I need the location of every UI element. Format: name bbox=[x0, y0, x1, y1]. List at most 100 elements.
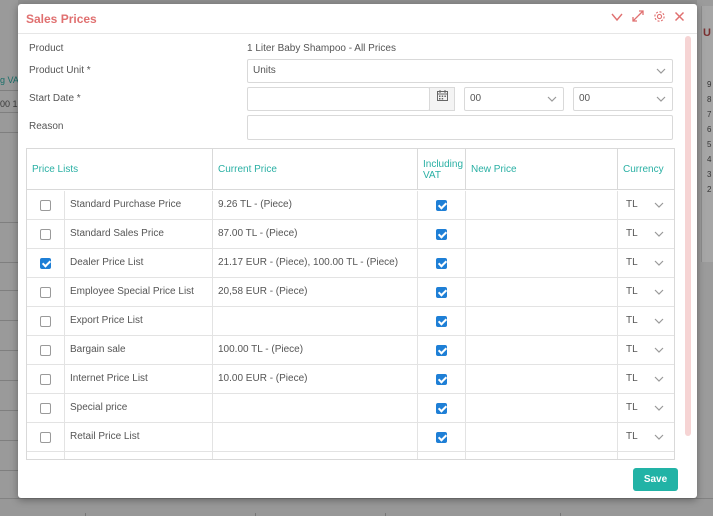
new-price-input[interactable] bbox=[466, 249, 618, 278]
currency-select[interactable]: TL bbox=[618, 365, 674, 394]
new-price-input[interactable] bbox=[466, 365, 618, 394]
gear-icon[interactable] bbox=[651, 10, 667, 26]
currency-value: TL bbox=[626, 431, 638, 442]
including-vat-cell bbox=[418, 307, 466, 336]
currency-select[interactable]: TL bbox=[618, 394, 674, 423]
calendar-icon[interactable] bbox=[429, 87, 455, 111]
including-vat-cell bbox=[418, 220, 466, 249]
background-number: 3 bbox=[707, 170, 712, 179]
chevron-down-icon bbox=[654, 423, 664, 452]
current-price: 100.00 TL - (Piece) bbox=[213, 336, 418, 365]
save-button[interactable]: Save bbox=[633, 468, 678, 491]
new-price-input[interactable] bbox=[466, 278, 618, 307]
chevron-down-icon bbox=[654, 394, 664, 423]
row-select-checkbox[interactable] bbox=[40, 403, 51, 414]
background-fragment: 00 1 bbox=[0, 99, 18, 109]
row-select-checkbox[interactable] bbox=[40, 287, 51, 298]
including-vat-cell bbox=[418, 249, 466, 278]
product-unit-select[interactable]: Units bbox=[247, 59, 673, 83]
row-select-checkbox[interactable] bbox=[40, 258, 51, 269]
current-price: 21.17 EUR - (Piece), 100.00 TL - (Piece) bbox=[213, 249, 418, 278]
column-header-currency: Currency bbox=[623, 164, 664, 175]
product-unit-value: Units bbox=[253, 65, 276, 76]
currency-select[interactable]: TL bbox=[618, 423, 674, 452]
product-value: 1 Liter Baby Shampoo - All Prices bbox=[247, 43, 396, 54]
price-lists-table: Price Lists Current Price Including VAT … bbox=[26, 148, 675, 460]
currency-value: TL bbox=[626, 199, 638, 210]
row-select-checkbox[interactable] bbox=[40, 200, 51, 211]
including-vat-checkbox[interactable] bbox=[436, 345, 447, 356]
new-price-input[interactable] bbox=[466, 423, 618, 452]
new-price-input[interactable] bbox=[466, 336, 618, 365]
price-list-name: Employee Special Price List bbox=[65, 278, 213, 307]
current-price: 20,58 EUR - (Piece) bbox=[213, 278, 418, 307]
column-header-including-vat: Including VAT bbox=[418, 149, 466, 190]
chevron-down-icon bbox=[654, 249, 664, 278]
row-select-checkbox[interactable] bbox=[40, 229, 51, 240]
row-select-checkbox[interactable] bbox=[40, 432, 51, 443]
background-number: 8 bbox=[707, 95, 712, 104]
table-row: Standard Purchase Price 9.26 TL - (Piece)… bbox=[27, 191, 674, 220]
background-fragment: g VA bbox=[0, 75, 19, 85]
row-select-cell bbox=[27, 307, 65, 336]
start-minute-value: 00 bbox=[579, 93, 591, 104]
start-date-input[interactable] bbox=[247, 87, 430, 111]
including-vat-checkbox[interactable] bbox=[436, 374, 447, 385]
row-select-cell bbox=[27, 365, 65, 394]
currency-value: TL bbox=[626, 315, 638, 326]
table-row: Dealer Price List 21.17 EUR - (Piece), 10… bbox=[27, 249, 674, 278]
row-select-checkbox[interactable] bbox=[40, 316, 51, 327]
chevron-down-icon[interactable] bbox=[609, 10, 625, 26]
current-price: 9.26 TL - (Piece) bbox=[213, 191, 418, 220]
price-list-name: Retail Price List bbox=[65, 423, 213, 452]
start-minute-select[interactable]: 00 bbox=[573, 87, 673, 111]
new-price-input[interactable] bbox=[466, 191, 618, 220]
including-vat-checkbox[interactable] bbox=[436, 200, 447, 211]
new-price-input[interactable] bbox=[466, 307, 618, 336]
table-row: Retail Price List TL bbox=[27, 423, 674, 452]
currency-value: TL bbox=[626, 344, 638, 355]
including-vat-checkbox[interactable] bbox=[436, 316, 447, 327]
including-vat-checkbox[interactable] bbox=[436, 287, 447, 298]
price-list-name: Standard Sales Price bbox=[65, 220, 213, 249]
including-vat-cell bbox=[418, 336, 466, 365]
new-price-input[interactable] bbox=[466, 220, 618, 249]
currency-select[interactable]: TL bbox=[618, 220, 674, 249]
currency-value: TL bbox=[626, 286, 638, 297]
dialog-scrollbar[interactable] bbox=[685, 36, 691, 436]
start-date-label: Start Date * bbox=[29, 93, 81, 104]
including-vat-checkbox[interactable] bbox=[436, 403, 447, 414]
chevron-down-icon bbox=[654, 220, 664, 249]
chevron-down-icon bbox=[654, 191, 664, 220]
price-list-name: Dealer Price List bbox=[65, 249, 213, 278]
reason-textarea[interactable] bbox=[247, 115, 673, 140]
background-number: 4 bbox=[707, 155, 712, 164]
including-vat-cell bbox=[418, 394, 466, 423]
table-row: Employee Special Price List 20,58 EUR - (… bbox=[27, 278, 674, 307]
current-price: 87.00 TL - (Piece) bbox=[213, 220, 418, 249]
expand-icon[interactable] bbox=[630, 10, 646, 26]
currency-select[interactable]: TL bbox=[618, 249, 674, 278]
currency-select[interactable]: TL bbox=[618, 278, 674, 307]
row-select-cell bbox=[27, 394, 65, 423]
start-hour-select[interactable]: 00 bbox=[464, 87, 564, 111]
table-row: Internet Price List 10.00 EUR - (Piece) TL bbox=[27, 365, 674, 394]
close-icon[interactable] bbox=[671, 10, 687, 26]
including-vat-checkbox[interactable] bbox=[436, 229, 447, 240]
background-number: 6 bbox=[707, 125, 712, 134]
currency-select[interactable]: TL bbox=[618, 307, 674, 336]
currency-value: TL bbox=[626, 402, 638, 413]
current-price bbox=[213, 307, 418, 336]
row-select-checkbox[interactable] bbox=[40, 345, 51, 356]
background-bottom-strip bbox=[0, 498, 713, 516]
row-select-checkbox[interactable] bbox=[40, 374, 51, 385]
currency-select[interactable]: TL bbox=[618, 336, 674, 365]
row-select-cell bbox=[27, 220, 65, 249]
currency-select[interactable]: TL bbox=[618, 191, 674, 220]
table-header-row: Price Lists Current Price Including VAT … bbox=[27, 149, 674, 190]
new-price-input[interactable] bbox=[466, 394, 618, 423]
chevron-down-icon bbox=[654, 278, 664, 307]
including-vat-checkbox[interactable] bbox=[436, 432, 447, 443]
background-right-panel: U 9 8 7 6 5 4 3 2 bbox=[697, 0, 713, 516]
including-vat-checkbox[interactable] bbox=[436, 258, 447, 269]
